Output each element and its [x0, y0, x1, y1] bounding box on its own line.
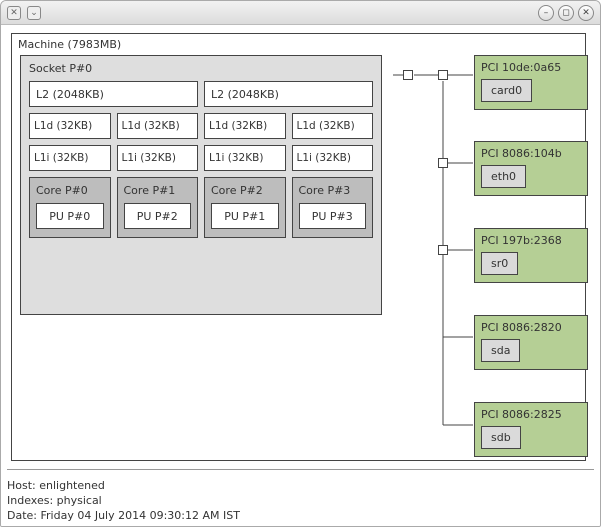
l1i-cache: L1i (32KB) [204, 145, 286, 171]
l2-cache: L2 (2048KB) [29, 81, 198, 107]
pci-label: PCI 197b:2368 [481, 234, 581, 247]
pci-device: PCI 8086:2820 sda [474, 315, 588, 370]
pci-device: PCI 10de:0a65 card0 [474, 55, 588, 110]
core-label: Core P#3 [299, 184, 367, 197]
footer-info: Host: enlightened Indexes: physical Date… [7, 477, 240, 522]
core-label: Core P#1 [124, 184, 192, 197]
titlebar: ✕ ⌄ – ◻ ✕ [1, 1, 600, 25]
pci-device: PCI 197b:2368 sr0 [474, 228, 588, 283]
pci-label: PCI 8086:2825 [481, 408, 581, 421]
pu-box: PU P#0 [36, 203, 104, 229]
core-box: Core P#1 PU P#2 [117, 177, 199, 238]
footer-host: Host: enlightened [7, 479, 240, 492]
core-box: Core P#2 PU P#1 [204, 177, 286, 238]
os-device: sdb [481, 426, 521, 449]
pu-box: PU P#1 [211, 203, 279, 229]
minimize-button[interactable]: – [538, 5, 554, 21]
os-device: eth0 [481, 165, 526, 188]
core-label: Core P#2 [211, 184, 279, 197]
pci-device: PCI 8086:104b eth0 [474, 141, 588, 196]
pci-label: PCI 8086:104b [481, 147, 581, 160]
bridge-node [438, 158, 448, 168]
l1d-cache: L1d (32KB) [117, 113, 199, 139]
socket-label: Socket P#0 [29, 62, 373, 75]
pci-tree: PCI 10de:0a65 card0 PCI 8086:104b eth0 P… [393, 55, 588, 450]
core-box: Core P#3 PU P#3 [292, 177, 374, 238]
l1i-cache: L1i (32KB) [117, 145, 199, 171]
footer-date: Date: Friday 04 July 2014 09:30:12 AM IS… [7, 509, 240, 522]
machine-box: Machine (7983MB) Socket P#0 L2 (2048KB) … [11, 33, 586, 461]
core-label: Core P#0 [36, 184, 104, 197]
pci-label: PCI 8086:2820 [481, 321, 581, 334]
separator [7, 469, 594, 470]
core-box: Core P#0 PU P#0 [29, 177, 111, 238]
application-window: ✕ ⌄ – ◻ ✕ Machine (7983MB) Socket P#0 L2… [0, 0, 601, 527]
bridge-node [438, 245, 448, 255]
window-menu-icon[interactable]: ⌄ [27, 6, 41, 20]
l1d-cache: L1d (32KB) [29, 113, 111, 139]
os-device: sda [481, 339, 520, 362]
os-device: card0 [481, 79, 532, 102]
l2-cache: L2 (2048KB) [204, 81, 373, 107]
l1i-cache: L1i (32KB) [29, 145, 111, 171]
footer-indexes: Indexes: physical [7, 494, 240, 507]
l1i-cache: L1i (32KB) [292, 145, 374, 171]
machine-label: Machine (7983MB) [18, 38, 579, 51]
pu-box: PU P#3 [299, 203, 367, 229]
os-device: sr0 [481, 252, 518, 275]
topology-canvas: Socket P#0 L2 (2048KB) L2 (2048KB) L1d (… [18, 55, 579, 455]
maximize-button[interactable]: ◻ [558, 5, 574, 21]
l1d-cache: L1d (32KB) [204, 113, 286, 139]
bridge-node [403, 70, 413, 80]
socket-box: Socket P#0 L2 (2048KB) L2 (2048KB) L1d (… [20, 55, 382, 315]
content-area: Machine (7983MB) Socket P#0 L2 (2048KB) … [1, 25, 600, 526]
pu-box: PU P#2 [124, 203, 192, 229]
bridge-node [438, 70, 448, 80]
l1d-cache: L1d (32KB) [292, 113, 374, 139]
pci-label: PCI 10de:0a65 [481, 61, 581, 74]
pci-device: PCI 8086:2825 sdb [474, 402, 588, 457]
close-button[interactable]: ✕ [578, 5, 594, 21]
app-icon: ✕ [7, 6, 21, 20]
